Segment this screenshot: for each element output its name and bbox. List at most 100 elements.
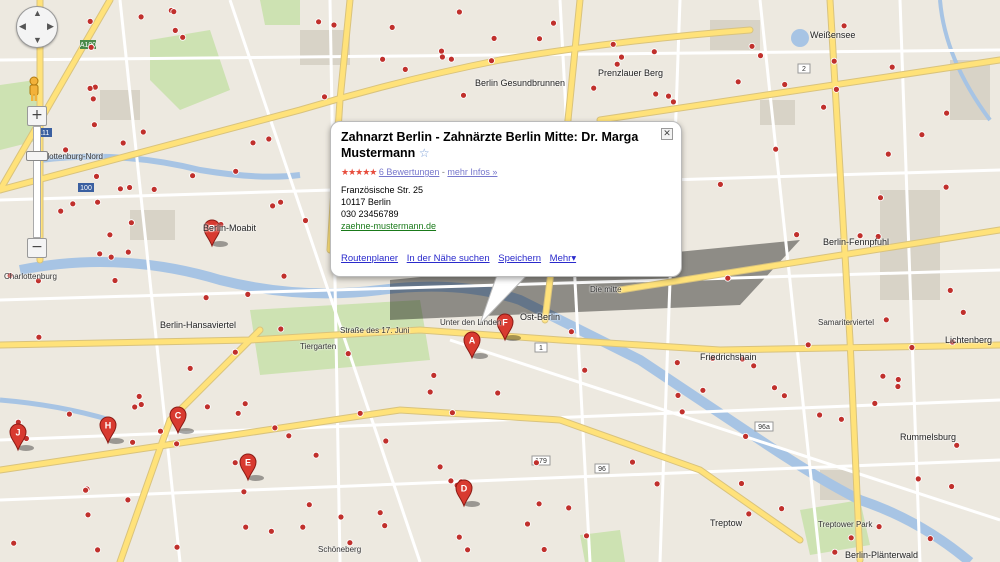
poi-dot[interactable] bbox=[35, 333, 43, 341]
poi-dot[interactable] bbox=[448, 409, 456, 417]
poi-dot[interactable] bbox=[533, 459, 540, 467]
poi-dot[interactable] bbox=[240, 488, 248, 496]
poi-dot[interactable] bbox=[745, 510, 753, 518]
poi-dot[interactable] bbox=[337, 513, 345, 521]
poi-dot[interactable] bbox=[280, 272, 288, 280]
poi-dot[interactable] bbox=[946, 286, 954, 294]
poi-dot[interactable] bbox=[750, 362, 758, 370]
poi-dot[interactable] bbox=[629, 458, 636, 466]
poi-dot[interactable] bbox=[568, 328, 575, 336]
poi-dot[interactable] bbox=[126, 184, 134, 191]
poi-dot[interactable] bbox=[179, 33, 187, 41]
poi-dot[interactable] bbox=[426, 388, 434, 396]
pan-up-icon[interactable]: ▲ bbox=[33, 8, 42, 18]
poi-dot[interactable] bbox=[455, 8, 463, 16]
poi-dot[interactable] bbox=[894, 383, 902, 390]
poi-dot[interactable] bbox=[894, 376, 902, 383]
poi-dot[interactable] bbox=[96, 250, 104, 258]
poi-dot[interactable] bbox=[137, 401, 145, 408]
star-icon[interactable]: ☆ bbox=[419, 146, 430, 160]
poi-dot[interactable] bbox=[117, 185, 124, 193]
poi-dot[interactable] bbox=[650, 48, 658, 56]
more-menu-link[interactable]: Mehr▾ bbox=[550, 253, 576, 264]
poi-dot[interactable] bbox=[91, 121, 98, 129]
poi-dot[interactable] bbox=[678, 408, 686, 416]
poi-dot[interactable] bbox=[10, 539, 18, 547]
poi-dot[interactable] bbox=[540, 546, 548, 553]
poi-dot[interactable] bbox=[888, 63, 896, 71]
poi-dot[interactable] bbox=[231, 348, 239, 356]
poi-dot[interactable] bbox=[438, 53, 446, 61]
poi-dot[interactable] bbox=[107, 253, 115, 261]
poi-dot[interactable] bbox=[908, 344, 916, 351]
poi-dot[interactable] bbox=[171, 26, 179, 34]
pan-down-icon[interactable]: ▼ bbox=[33, 35, 42, 45]
poi-dot[interactable] bbox=[488, 57, 495, 65]
poi-dot[interactable] bbox=[265, 135, 273, 143]
poi-dot[interactable] bbox=[581, 366, 589, 374]
poi-dot[interactable] bbox=[170, 8, 178, 16]
poi-dot[interactable] bbox=[670, 98, 677, 106]
poi-dot[interactable] bbox=[271, 424, 279, 432]
poi-dot[interactable] bbox=[942, 183, 950, 191]
poi-dot[interactable] bbox=[89, 95, 97, 103]
poi-dot[interactable] bbox=[69, 200, 77, 208]
poi-dot[interactable] bbox=[302, 217, 309, 224]
poi-dot[interactable] bbox=[490, 35, 498, 42]
poi-dot[interactable] bbox=[535, 500, 543, 508]
pegman-icon[interactable] bbox=[26, 76, 42, 102]
poi-dot[interactable] bbox=[330, 21, 338, 29]
poi-dot[interactable] bbox=[305, 501, 313, 509]
poi-dot[interactable] bbox=[833, 86, 840, 93]
poi-dot[interactable] bbox=[455, 533, 463, 541]
poi-dot[interactable] bbox=[87, 43, 95, 51]
poi-dot[interactable] bbox=[447, 55, 455, 63]
website-link[interactable]: zaehne-mustermann.de bbox=[341, 220, 436, 232]
zoom-out-button[interactable]: − bbox=[27, 238, 47, 258]
poi-dot[interactable] bbox=[66, 410, 73, 418]
poi-dot[interactable] bbox=[838, 415, 845, 423]
close-icon[interactable]: ✕ bbox=[661, 128, 673, 140]
poi-dot[interactable] bbox=[157, 427, 164, 435]
poi-dot[interactable] bbox=[724, 274, 732, 282]
poi-dot[interactable] bbox=[376, 509, 384, 517]
poi-dot[interactable] bbox=[82, 486, 89, 494]
poi-dot[interactable] bbox=[124, 496, 132, 504]
poi-dot[interactable] bbox=[816, 411, 823, 419]
poi-dot[interactable] bbox=[840, 22, 848, 30]
poi-dot[interactable] bbox=[119, 139, 127, 147]
poi-dot[interactable] bbox=[321, 93, 328, 101]
poi-dot[interactable] bbox=[232, 167, 240, 175]
poi-dot[interactable] bbox=[877, 194, 884, 202]
poi-dot[interactable] bbox=[267, 527, 275, 535]
poi-dot[interactable] bbox=[285, 432, 293, 440]
pan-right-icon[interactable]: ▶ bbox=[47, 21, 54, 32]
poi-dot[interactable] bbox=[186, 364, 194, 372]
poi-dot[interactable] bbox=[189, 172, 197, 180]
poi-dot[interactable] bbox=[536, 35, 543, 43]
poi-dot[interactable] bbox=[734, 78, 742, 86]
poi-dot[interactable] bbox=[277, 325, 285, 333]
poi-dot[interactable] bbox=[124, 248, 132, 256]
poi-dot[interactable] bbox=[150, 185, 158, 193]
poi-dot[interactable] bbox=[381, 522, 389, 529]
poi-dot[interactable] bbox=[550, 19, 557, 27]
poi-dot[interactable] bbox=[379, 55, 387, 63]
poi-dot[interactable] bbox=[137, 13, 145, 21]
poi-dot[interactable] bbox=[57, 207, 65, 215]
poi-dot[interactable] bbox=[926, 535, 934, 542]
poi-dot[interactable] bbox=[242, 523, 250, 531]
poi-dot[interactable] bbox=[673, 359, 681, 367]
zoom-slider-thumb[interactable] bbox=[26, 151, 48, 161]
poi-dot[interactable] bbox=[565, 504, 573, 512]
poi-dot[interactable] bbox=[249, 139, 257, 147]
poi-dot[interactable] bbox=[830, 57, 838, 65]
poi-dot[interactable] bbox=[86, 85, 94, 92]
poi-dot[interactable] bbox=[875, 523, 883, 530]
poi-dot[interactable] bbox=[244, 290, 252, 298]
poi-dot[interactable] bbox=[653, 480, 661, 488]
poi-dot[interactable] bbox=[173, 440, 181, 448]
poi-dot[interactable] bbox=[203, 403, 211, 411]
poi-dot[interactable] bbox=[93, 172, 100, 180]
poi-dot[interactable] bbox=[173, 543, 181, 551]
